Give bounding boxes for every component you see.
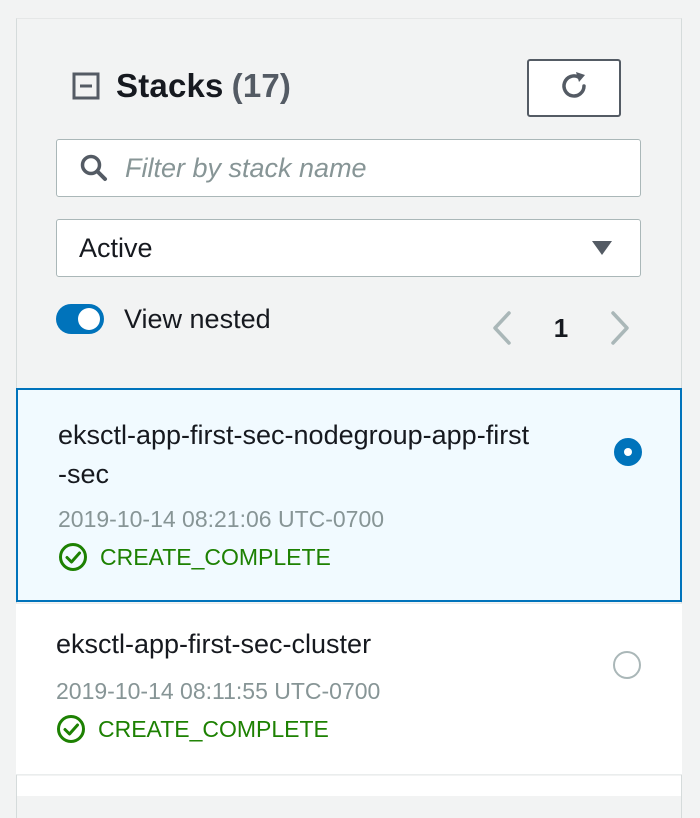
view-nested-row: View nested	[56, 300, 271, 338]
stack-status: CREATE_COMPLETE	[58, 542, 331, 572]
pagination: 1	[488, 306, 634, 350]
stack-name-line: eksctl-app-first-sec-nodegroup-app-first	[58, 420, 530, 450]
stack-count: (17)	[231, 67, 292, 104]
collapse-icon[interactable]	[72, 72, 100, 100]
check-circle-icon	[58, 542, 88, 572]
refresh-button[interactable]	[527, 59, 621, 117]
stack-status-text: CREATE_COMPLETE	[98, 715, 329, 742]
search-input[interactable]	[125, 152, 605, 184]
stack-name[interactable]: eksctl-app-first-sec-nodegroup-app-first…	[58, 416, 529, 494]
page-number[interactable]: 1	[516, 313, 606, 344]
stack-name-line: -sec	[58, 459, 110, 489]
page-title: Stacks (17)	[116, 67, 291, 105]
chevron-right-icon[interactable]	[606, 308, 634, 348]
stack-radio[interactable]	[613, 651, 641, 679]
stack-radio-selected[interactable]	[614, 438, 642, 466]
title-text: Stacks	[116, 67, 224, 104]
refresh-icon	[557, 69, 591, 108]
panel-header: Stacks (17)	[56, 62, 291, 110]
stack-list-item[interactable]: eksctl-app-first-sec-cluster 2019-10-14 …	[16, 603, 682, 775]
stack-created-time: 2019-10-14 08:11:55 UTC-0700	[56, 678, 381, 704]
view-nested-toggle[interactable]	[56, 304, 104, 334]
chevron-left-icon[interactable]	[488, 308, 516, 348]
stack-status: CREATE_COMPLETE	[56, 714, 329, 744]
stack-status-text: CREATE_COMPLETE	[100, 543, 331, 570]
search-box[interactable]	[56, 139, 641, 197]
toggle-knob	[78, 308, 100, 330]
next-stack-item-edge	[16, 776, 682, 796]
stack-created-time: 2019-10-14 08:21:06 UTC-0700	[58, 506, 385, 532]
search-icon	[79, 153, 109, 183]
status-filter-value: Active	[79, 232, 153, 263]
view-nested-label: View nested	[124, 303, 271, 334]
stack-list-item[interactable]: eksctl-app-first-sec-nodegroup-app-first…	[16, 388, 682, 602]
stack-name[interactable]: eksctl-app-first-sec-cluster	[56, 625, 371, 664]
caret-down-icon	[592, 241, 612, 255]
check-circle-icon	[56, 714, 86, 744]
status-filter-select[interactable]: Active	[56, 219, 641, 277]
